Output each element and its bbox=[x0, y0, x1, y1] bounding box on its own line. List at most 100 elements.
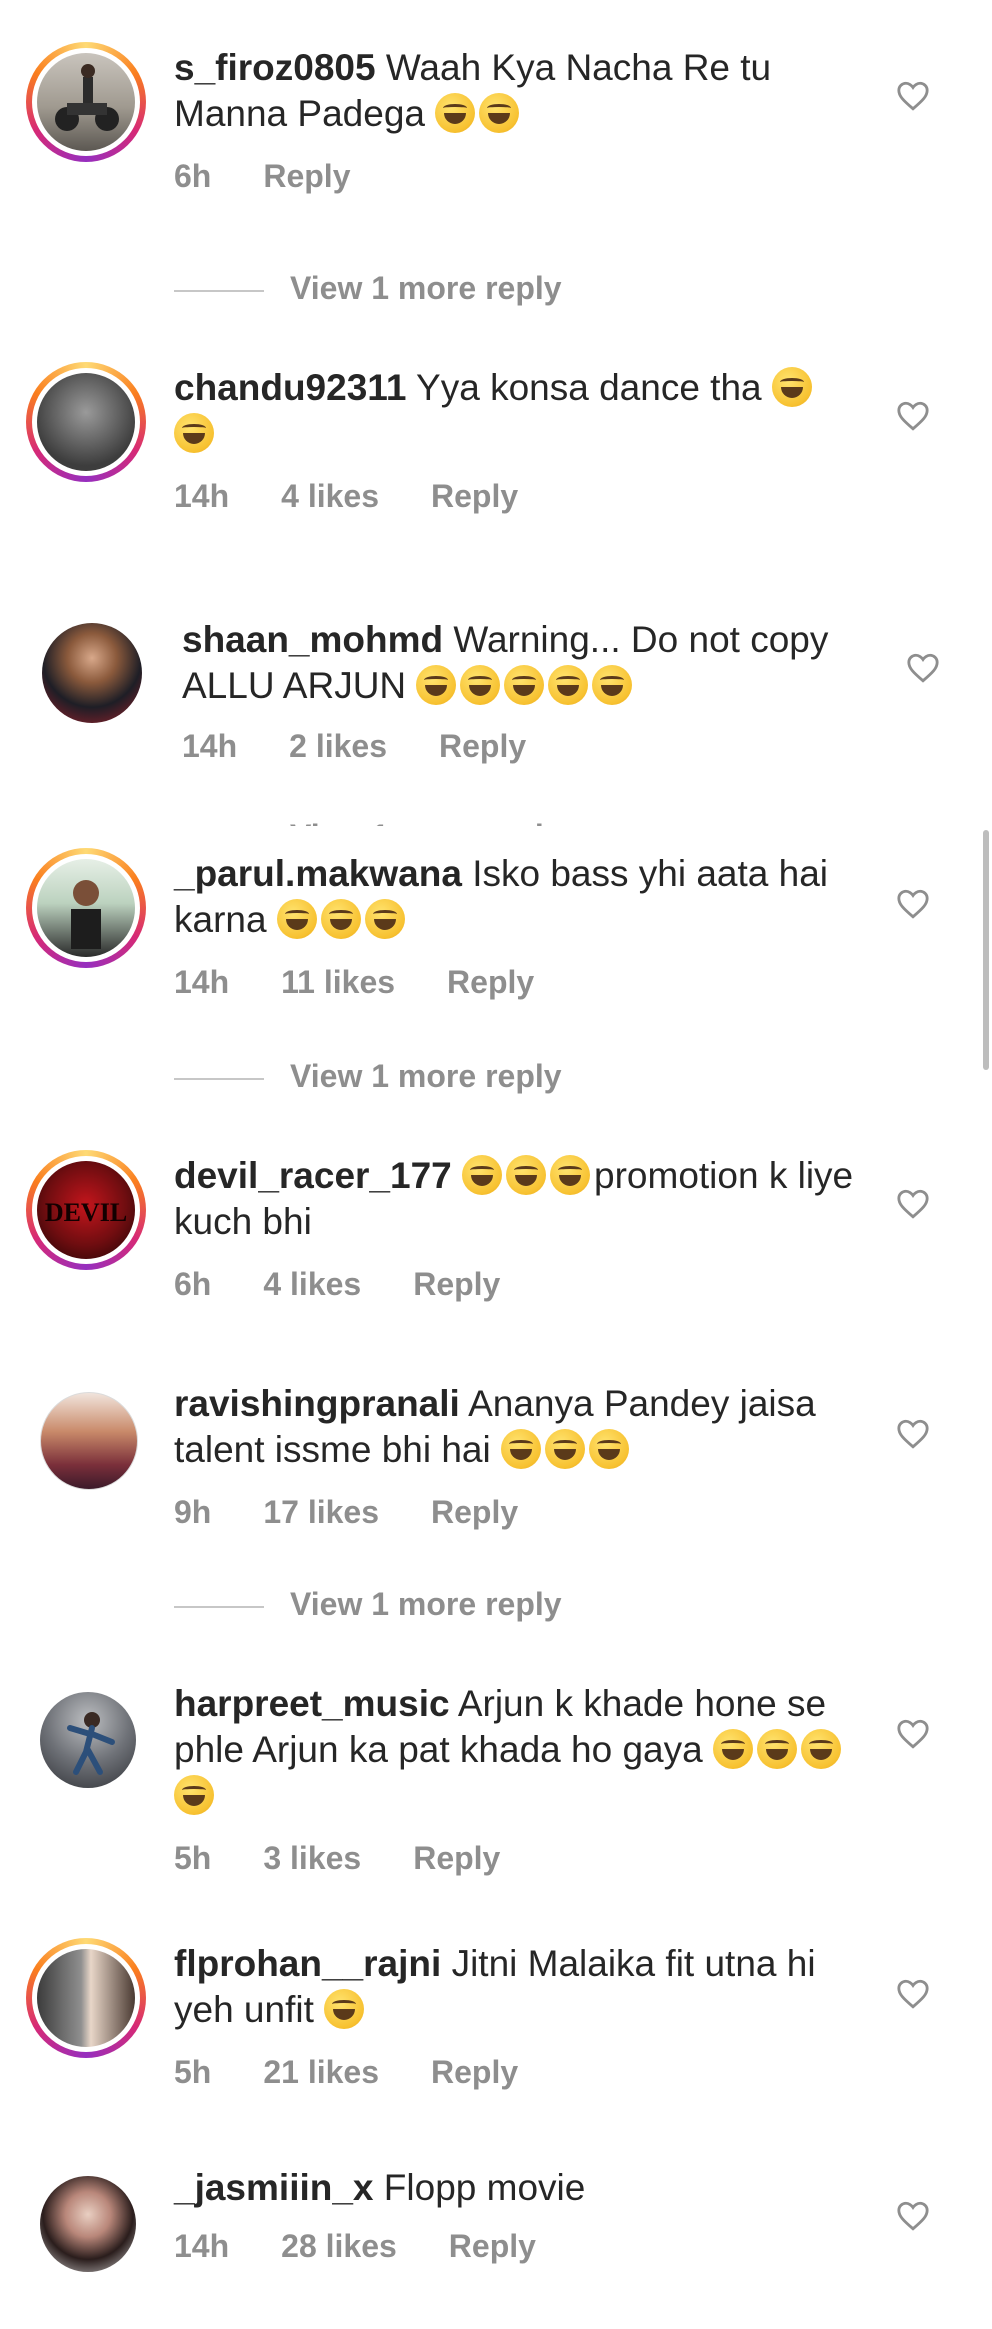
comment-likes[interactable]: 17 likes bbox=[263, 1494, 379, 1531]
comment-meta: 14h 11 likes Reply bbox=[174, 964, 586, 1001]
reply-button[interactable]: Reply bbox=[431, 2054, 518, 2091]
laughing-emoji bbox=[501, 1429, 542, 1469]
view-more-replies[interactable]: View 1 more reply bbox=[174, 1058, 562, 1095]
reply-button[interactable]: Reply bbox=[431, 1494, 518, 1531]
heart-icon[interactable] bbox=[896, 1418, 930, 1450]
comment-body: _parul.makwana Isko bass yhi aata hai ka… bbox=[174, 851, 854, 943]
comment-time: 5h bbox=[174, 2054, 212, 2090]
svg-text:DEVIL: DEVIL bbox=[45, 1198, 127, 1227]
reply-button[interactable]: Reply bbox=[447, 964, 534, 1001]
comment-likes[interactable]: 4 likes bbox=[263, 1266, 361, 1303]
comment-time: 6h bbox=[174, 158, 212, 194]
comment-time: 5h bbox=[174, 1840, 212, 1876]
avatar[interactable] bbox=[26, 1378, 146, 1498]
avatar[interactable] bbox=[26, 1678, 146, 1798]
comment-username[interactable]: flprohan__rajni bbox=[174, 1943, 441, 1984]
comment-body: ravishingpranali Ananya Pandey jaisa tal… bbox=[174, 1381, 854, 1473]
comment-likes[interactable]: 4 likes bbox=[281, 478, 379, 515]
laughing-emoji bbox=[712, 1729, 753, 1769]
heart-icon[interactable] bbox=[896, 80, 930, 112]
rofl-emoji bbox=[276, 899, 317, 939]
view-more-label[interactable]: View 1 more reply bbox=[290, 270, 562, 306]
heart-icon[interactable] bbox=[906, 652, 940, 684]
heart-icon[interactable] bbox=[896, 400, 930, 432]
comment-username[interactable]: harpreet_music bbox=[174, 1683, 450, 1724]
comment-username[interactable]: _parul.makwana bbox=[174, 853, 462, 894]
divider bbox=[174, 1077, 264, 1080]
heart-icon[interactable] bbox=[896, 1188, 930, 1220]
comment-body: chandu92311 Yya konsa dance tha bbox=[174, 365, 854, 457]
comment-time: 14h bbox=[174, 478, 230, 514]
view-more-replies[interactable]: View 1 more reply bbox=[174, 270, 562, 307]
reply-button[interactable]: Reply bbox=[413, 1840, 500, 1877]
avatar[interactable] bbox=[26, 362, 146, 482]
rofl-emoji bbox=[364, 899, 405, 939]
comment-text: Flopp movie bbox=[383, 2167, 586, 2208]
avatar[interactable] bbox=[32, 613, 152, 733]
comment-body: harpreet_music Arjun k khade hone se phl… bbox=[174, 1681, 854, 1819]
laughing-emoji bbox=[550, 1155, 591, 1195]
comment-likes[interactable]: 21 likes bbox=[263, 2054, 379, 2091]
comment-username[interactable]: _jasmiiin_x bbox=[174, 2167, 374, 2208]
comment-time: 14h bbox=[182, 728, 238, 764]
laughing-emoji bbox=[756, 1729, 797, 1769]
laughing-emoji bbox=[800, 1729, 841, 1769]
view-more-label[interactable]: View 1 more reply bbox=[290, 1058, 562, 1094]
rofl-emoji bbox=[174, 413, 214, 453]
rofl-emoji bbox=[771, 367, 812, 407]
comment-time: 14h bbox=[174, 964, 230, 1000]
avatar[interactable] bbox=[26, 42, 146, 162]
laughing-emoji bbox=[504, 665, 545, 705]
comment-body: _jasmiiin_x Flopp movie bbox=[174, 2165, 854, 2211]
heart-icon[interactable] bbox=[896, 888, 930, 920]
comment-likes[interactable]: 3 likes bbox=[263, 1840, 361, 1877]
comment-meta: 9h 17 likes Reply bbox=[174, 1494, 570, 1531]
heart-icon[interactable] bbox=[896, 2200, 930, 2232]
laughing-emoji bbox=[460, 665, 501, 705]
comment-body: shaan_mohmd Warning... Do not copy ALLU … bbox=[182, 617, 862, 709]
comment-time: 14h bbox=[174, 2228, 230, 2264]
view-more-label[interactable]: View 1 more reply bbox=[290, 1586, 562, 1622]
laughing-emoji bbox=[548, 665, 589, 705]
laughing-emoji bbox=[462, 1155, 503, 1195]
comment-time: 9h bbox=[174, 1494, 212, 1530]
comment-likes[interactable]: 2 likes bbox=[289, 728, 387, 765]
comment-username[interactable]: ravishingpranali bbox=[174, 1383, 460, 1424]
comment-username[interactable]: shaan_mohmd bbox=[182, 619, 443, 660]
comment-meta: 5h 21 likes Reply bbox=[174, 2054, 570, 2091]
laughing-emoji bbox=[174, 1775, 214, 1815]
reply-button[interactable]: Reply bbox=[263, 158, 350, 195]
heart-icon[interactable] bbox=[896, 1978, 930, 2010]
comment-likes[interactable]: 28 likes bbox=[281, 2228, 397, 2265]
reply-button[interactable]: Reply bbox=[431, 478, 518, 515]
divider bbox=[174, 1605, 264, 1608]
comment-meta: 14h 28 likes Reply bbox=[174, 2228, 588, 2265]
comment-meta: 14h 2 likes Reply bbox=[182, 728, 578, 765]
view-more-replies-cutoff[interactable]: View 1 more reply bbox=[290, 818, 562, 826]
avatar[interactable]: DEVIL bbox=[26, 1150, 146, 1270]
comment-username[interactable]: chandu92311 bbox=[174, 367, 406, 408]
reply-button[interactable]: Reply bbox=[439, 728, 526, 765]
comment-username[interactable]: s_firoz0805 bbox=[174, 47, 376, 88]
comment-username[interactable]: devil_racer_177 bbox=[174, 1155, 452, 1196]
rofl-emoji bbox=[320, 899, 361, 939]
view-more-replies[interactable]: View 1 more reply bbox=[174, 1586, 562, 1623]
avatar[interactable] bbox=[26, 2162, 146, 2282]
comment-meta: 6h 4 likes Reply bbox=[174, 1266, 552, 1303]
comment-meta: 5h 3 likes Reply bbox=[174, 1840, 552, 1877]
laughing-emoji bbox=[592, 665, 633, 705]
comment-body: devil_racer_177 promotion k liye kuch bh… bbox=[174, 1153, 854, 1245]
scrollbar[interactable] bbox=[983, 830, 989, 1070]
reply-button[interactable]: Reply bbox=[449, 2228, 536, 2265]
comment-body: s_firoz0805 Waah Kya Nacha Re tu Manna P… bbox=[174, 45, 854, 137]
avatar[interactable] bbox=[26, 848, 146, 968]
heart-icon[interactable] bbox=[896, 1718, 930, 1750]
reply-button[interactable]: Reply bbox=[413, 1266, 500, 1303]
laughing-emoji bbox=[416, 665, 457, 705]
comment-likes[interactable]: 11 likes bbox=[281, 964, 395, 1001]
avatar[interactable] bbox=[26, 1938, 146, 2058]
laughing-emoji bbox=[435, 93, 476, 133]
rofl-emoji bbox=[324, 1989, 365, 2029]
laughing-emoji bbox=[479, 93, 520, 133]
comment-text: Yya konsa dance tha bbox=[416, 367, 762, 408]
